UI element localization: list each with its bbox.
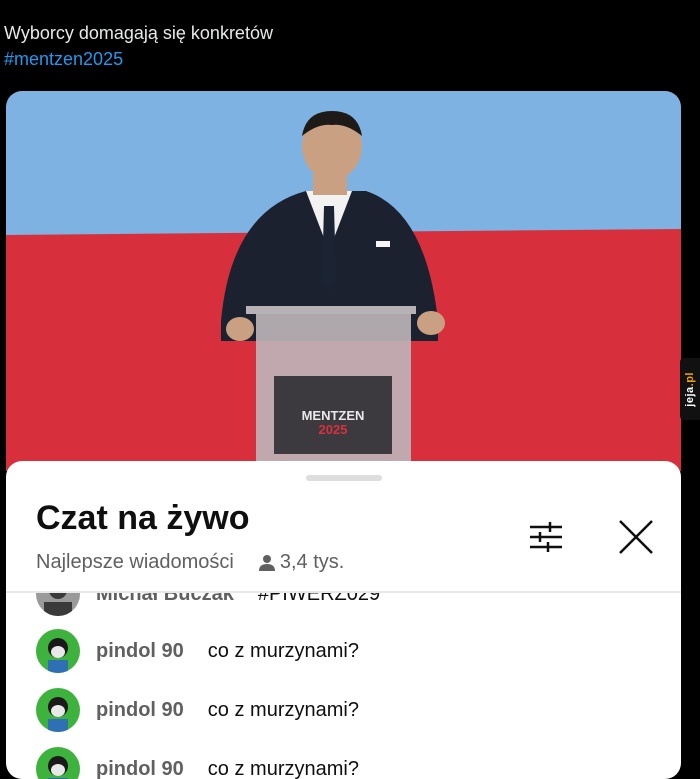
chat-title: Czat na żywo — [36, 499, 250, 537]
message-author[interactable]: pindol 90 — [96, 758, 184, 779]
chat-message: pindol 90 co z murzynami? — [36, 687, 359, 733]
avatar[interactable] — [36, 629, 80, 673]
message-text: co z murzynami? — [207, 757, 359, 779]
viewer-count: 3,4 tys. — [258, 551, 344, 574]
person-icon — [258, 554, 275, 571]
podium-logo-line2: 2025 — [319, 422, 348, 437]
post-media: MENTZEN 2025 Czat na żywo Najlepsze wiad… — [6, 91, 681, 779]
post-hashtag-link[interactable]: #mentzen2025 — [4, 46, 273, 72]
message-text: #PIWERZ029 — [257, 593, 381, 605]
message-text: co z murzynami? — [207, 698, 359, 721]
drag-handle[interactable] — [306, 475, 382, 481]
watermark-name: jeja — [684, 385, 696, 407]
sliders-icon — [530, 522, 562, 552]
avatar[interactable] — [36, 688, 80, 732]
live-chat-sheet: Czat na żywo Najlepsze wiadomości 3,4 ty… — [6, 461, 681, 779]
chat-message: Michał Buczak #PIWERZ029 — [36, 593, 380, 617]
speaker-scene: MENTZEN 2025 — [6, 91, 681, 471]
chat-subtitle: Najlepsze wiadomości 3,4 tys. — [36, 551, 344, 574]
close-icon — [619, 520, 653, 554]
chat-message: pindol 90 co z murzynami? — [36, 628, 359, 674]
viewer-count-value: 3,4 tys. — [279, 551, 345, 573]
chat-message-list[interactable]: Michał Buczak #PIWERZ029 pindol 90 co z … — [6, 593, 681, 779]
message-text: co z murzynami? — [207, 639, 359, 662]
close-chat-button[interactable] — [614, 515, 658, 559]
chat-filter-label[interactable]: Najlepsze wiadomości — [36, 551, 234, 574]
avatar[interactable] — [36, 593, 80, 616]
message-author[interactable]: Michał Buczak — [96, 593, 234, 606]
chat-message: pindol 90 co z murzynami? — [36, 746, 359, 779]
video-frame: MENTZEN 2025 — [6, 91, 681, 471]
avatar[interactable] — [36, 747, 80, 779]
message-author[interactable]: pindol 90 — [96, 640, 184, 663]
post-text: Wyborcy domagają się konkretów #mentzen2… — [4, 20, 273, 72]
message-author[interactable]: pindol 90 — [96, 699, 184, 722]
post-caption: Wyborcy domagają się konkretów — [4, 23, 273, 43]
watermark-tld: .pl — [684, 371, 696, 386]
site-watermark: jeja.pl — [680, 358, 700, 420]
chat-filter-button[interactable] — [526, 517, 566, 557]
podium-logo-line1: MENTZEN — [302, 408, 365, 423]
